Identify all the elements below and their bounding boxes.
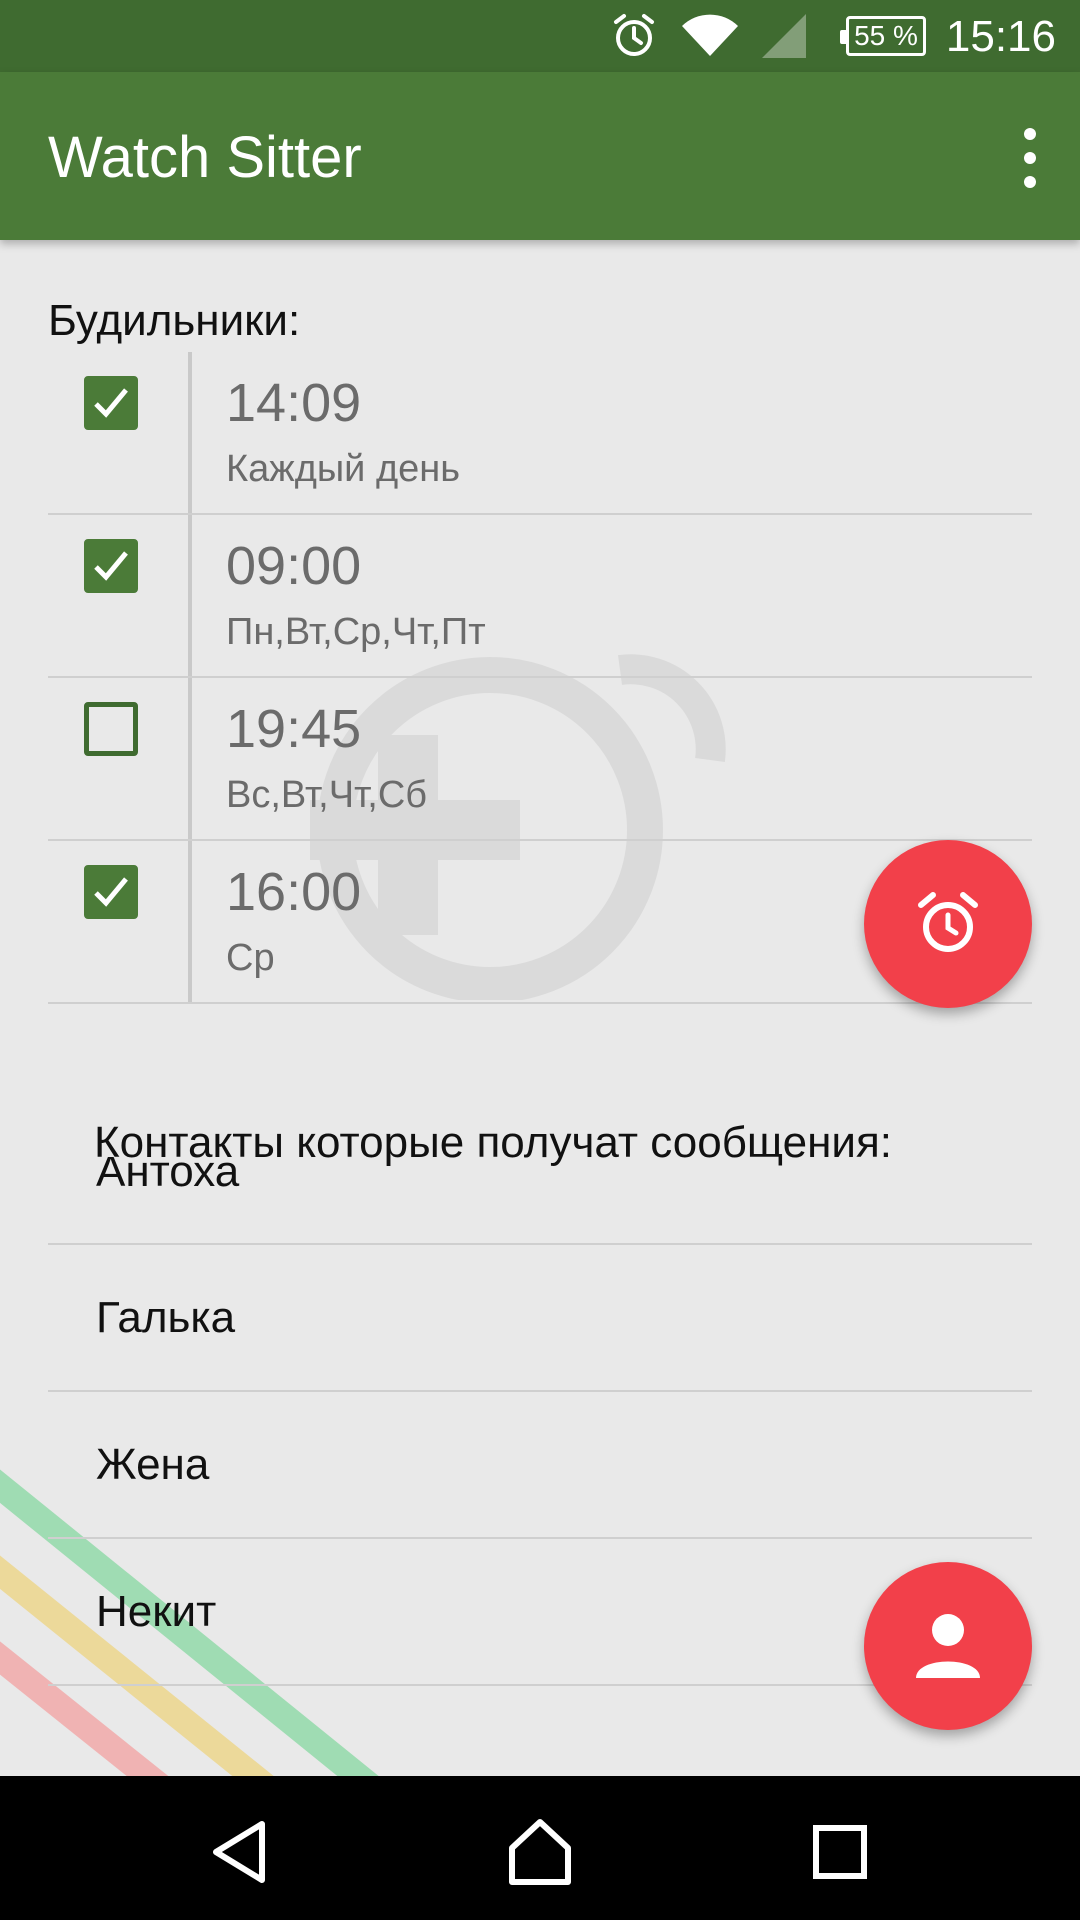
alarm-enabled-checkbox[interactable] [84,865,138,919]
recents-square-icon [813,1825,867,1879]
alarm-row[interactable]: 09:00 Пн,Вт,Ср,Чт,Пт [48,515,1032,678]
contact-name: Жена [96,1440,210,1489]
contact-row[interactable]: Антоха [48,1157,1032,1245]
alarm-time: 19:45 [226,699,362,759]
checkmark-icon [94,388,128,418]
alarm-clock-icon [918,892,978,952]
app-bar: Watch Sitter [0,72,1080,240]
wifi-icon [680,12,740,64]
alarm-row[interactable]: 19:45 Вс,Вт,Чт,Сб [48,678,1032,841]
alarms-section-title: Будильники: [48,296,301,345]
contact-row[interactable]: Галька [48,1245,1032,1392]
alarm-icon [612,12,656,64]
alarm-days: Ср [226,937,275,979]
divider [188,352,192,513]
battery-indicator: 55 % [840,16,926,56]
back-triangle-icon [213,1821,265,1883]
recents-button[interactable] [800,1812,880,1892]
alarm-time: 09:00 [226,536,362,596]
clock: 15:16 [945,12,1056,61]
signal-icon [760,12,808,64]
divider [188,841,192,1002]
home-icon [509,1819,571,1885]
checkmark-icon [94,551,128,581]
add-alarm-button[interactable] [864,840,1032,1008]
battery-level: 55 % [854,20,918,51]
alarm-days: Каждый день [226,448,461,490]
overflow-menu-icon[interactable] [1010,128,1050,188]
contact-name: Галька [96,1293,236,1342]
alarm-time: 16:00 [226,862,362,922]
alarm-enabled-checkbox[interactable] [84,376,138,430]
contact-row[interactable]: Жена [48,1392,1032,1539]
navigation-bar [0,1776,1080,1920]
status-bar: 55 % 15:16 [0,0,1080,72]
person-icon [916,1614,980,1678]
alarm-time: 14:09 [226,373,362,433]
alarm-days: Пн,Вт,Ср,Чт,Пт [226,611,486,653]
contacts-section-title: Контакты которые получат сообщения: [94,1118,892,1167]
main-content: Будильники: 14:09 Каждый день 09:00 Пн,В… [0,240,1080,1776]
alarm-row[interactable]: 14:09 Каждый день [48,352,1032,515]
divider [188,678,192,839]
home-button[interactable] [500,1812,580,1892]
alarm-enabled-checkbox[interactable] [84,539,138,593]
back-button[interactable] [200,1812,280,1892]
alarm-enabled-checkbox[interactable] [84,702,138,756]
add-contact-button[interactable] [864,1562,1032,1730]
divider [188,515,192,676]
checkmark-icon [94,877,128,907]
contact-name: Некит [96,1587,217,1636]
app-title: Watch Sitter [48,125,362,190]
alarm-days: Вс,Вт,Чт,Сб [226,774,428,816]
